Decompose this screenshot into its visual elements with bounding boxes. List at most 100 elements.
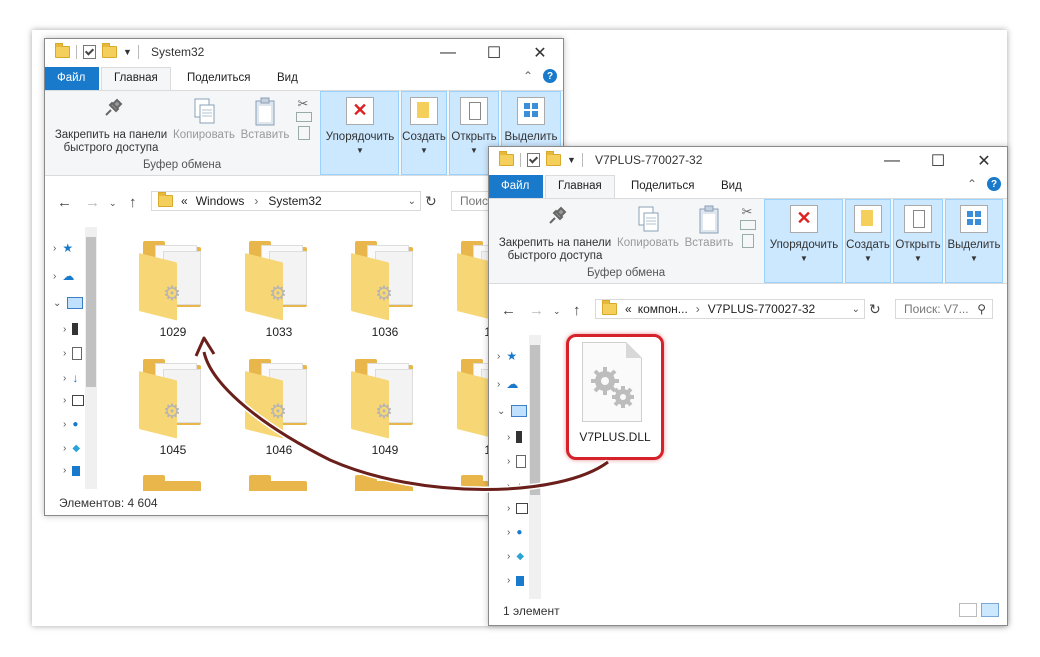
folder-label[interactable]: 1045 [133, 443, 213, 457]
address-dropdown-icon[interactable]: ⌄ [408, 196, 416, 207]
up-arrow-icon[interactable]: ↑ [573, 302, 581, 319]
nav-item-desktop[interactable]: › [63, 465, 81, 476]
properties-icon[interactable] [527, 153, 540, 167]
organize-button[interactable]: ✕ Упорядочить ▼ [765, 205, 843, 265]
nav-scrollbar[interactable] [85, 227, 97, 489]
nav-item-downloads[interactable]: › ↓ [507, 479, 522, 493]
tab-file[interactable]: Файл [45, 67, 99, 90]
nav-item-3d-objects[interactable]: › ◆ [507, 551, 524, 562]
collapse-chevron-icon[interactable]: ⌄ [497, 406, 505, 417]
breadcrumb-components[interactable]: компон... [638, 302, 688, 316]
nav-scrollbar[interactable] [529, 335, 541, 599]
tab-home[interactable]: Главная [545, 175, 615, 198]
paste-button[interactable]: Вставить [239, 97, 291, 142]
tab-view[interactable]: Вид [709, 175, 754, 198]
nav-item-pictures[interactable]: › [507, 503, 529, 514]
breadcrumb-v7plus[interactable]: V7PLUS-770027-32 [708, 302, 815, 316]
properties-icon[interactable] [83, 45, 96, 59]
help-icon[interactable]: ? [987, 177, 1001, 191]
nav-item-desktop[interactable]: › [507, 575, 525, 586]
address-dropdown-icon[interactable]: ⌄ [852, 304, 860, 315]
address-bar[interactable]: « компон... › V7PLUS-770027-32 ⌄ [595, 299, 865, 319]
cut-icon[interactable]: ✂ [737, 205, 757, 218]
tab-share[interactable]: Поделиться [619, 175, 707, 198]
scrollbar-thumb[interactable] [86, 237, 96, 387]
search-input[interactable]: Поиск: V7... ⚲ [895, 299, 993, 319]
recent-locations-chevron-icon[interactable]: ⌄ [553, 306, 561, 317]
details-view-icon[interactable] [959, 603, 977, 617]
nav-item-onedrive[interactable]: › ☁ [497, 377, 518, 391]
expand-chevron-icon[interactable]: › [497, 351, 500, 362]
forward-arrow-icon[interactable]: → [529, 302, 544, 319]
new-folder-icon[interactable] [102, 43, 117, 58]
copy-button[interactable]: Копировать [615, 205, 681, 250]
nav-item-videos[interactable]: › [63, 323, 79, 335]
collapse-chevron-icon[interactable]: ⌄ [53, 298, 61, 309]
open-button[interactable]: Открыть ▼ [893, 205, 943, 265]
folder-label[interactable]: 1049 [345, 443, 425, 457]
breadcrumb-system32[interactable]: System32 [268, 194, 321, 208]
maximize-button[interactable]: ☐ [471, 39, 517, 67]
tab-file[interactable]: Файл [489, 175, 543, 198]
paste-shortcut-icon[interactable] [298, 126, 310, 140]
nav-item-downloads[interactable]: › ↓ [63, 371, 78, 385]
create-button[interactable]: Создать ▼ [401, 97, 447, 157]
nav-item-3d-objects[interactable]: › ◆ [63, 443, 80, 454]
folder-icon[interactable] [351, 471, 417, 491]
folder-label[interactable]: 1046 [239, 443, 319, 457]
folder-icon[interactable]: ⚙ [139, 355, 205, 439]
maximize-button[interactable]: ☐ [915, 147, 961, 175]
folder-icon[interactable]: ⚙ [351, 355, 417, 439]
tab-view[interactable]: Вид [265, 67, 310, 90]
folder-icon[interactable]: ⚙ [139, 237, 205, 321]
close-button[interactable]: ✕ [517, 39, 563, 67]
folder-label[interactable]: 1036 [345, 325, 425, 339]
nav-item-quick-access[interactable]: › ★ [497, 349, 517, 363]
title-bar[interactable]: ▼ System32 — ☐ ✕ [45, 39, 563, 67]
address-bar[interactable]: « Windows › System32 ⌄ [151, 191, 421, 211]
nav-item-onedrive[interactable]: › ☁ [53, 269, 74, 283]
close-button[interactable]: ✕ [961, 147, 1007, 175]
forward-arrow-icon[interactable]: → [85, 194, 100, 211]
select-button[interactable]: Выделить ▼ [945, 205, 1003, 265]
title-bar[interactable]: ▼ V7PLUS-770027-32 — ☐ ✕ [489, 147, 1007, 175]
folder-label[interactable]: 1033 [239, 325, 319, 339]
large-icons-view-icon[interactable] [981, 603, 999, 617]
back-arrow-icon[interactable]: ← [57, 194, 72, 211]
expand-chevron-icon[interactable]: › [53, 271, 56, 282]
nav-item-pictures[interactable]: › [63, 395, 85, 406]
nav-item-this-pc[interactable]: ⌄ [53, 297, 84, 309]
expand-chevron-icon[interactable]: › [497, 379, 500, 390]
folder-label[interactable]: 1029 [133, 325, 213, 339]
nav-item-documents[interactable]: › [63, 347, 83, 360]
nav-item-this-pc[interactable]: ⌄ [497, 405, 528, 417]
folder-icon[interactable] [245, 471, 311, 491]
customize-toolbar-icon[interactable]: ▼ [123, 47, 132, 57]
scrollbar-thumb[interactable] [530, 345, 540, 495]
paste-shortcut-icon[interactable] [742, 234, 754, 248]
tab-home[interactable]: Главная [101, 67, 171, 90]
collapse-ribbon-icon[interactable]: ⌃ [523, 69, 533, 83]
breadcrumb-windows[interactable]: Windows [196, 194, 245, 208]
pin-quick-access-button[interactable]: Закрепить на панели быстрого доступа [51, 97, 171, 155]
nav-item-videos[interactable]: › [507, 431, 523, 443]
refresh-icon[interactable]: ↻ [869, 301, 881, 318]
refresh-icon[interactable]: ↻ [425, 193, 437, 210]
folder-icon[interactable]: ⚙ [245, 355, 311, 439]
help-icon[interactable]: ? [543, 69, 557, 83]
new-folder-icon[interactable] [546, 151, 561, 166]
customize-toolbar-icon[interactable]: ▼ [567, 155, 576, 165]
paste-button[interactable]: Вставить [683, 205, 735, 250]
create-button[interactable]: Создать ▼ [845, 205, 891, 265]
folder-icon[interactable]: ⚙ [245, 237, 311, 321]
folder-icon[interactable] [139, 471, 205, 491]
nav-item-music[interactable]: › ● [63, 419, 78, 430]
tab-share[interactable]: Поделиться [175, 67, 263, 90]
back-arrow-icon[interactable]: ← [501, 302, 516, 319]
minimize-button[interactable]: — [425, 39, 471, 67]
cut-icon[interactable]: ✂ [293, 97, 313, 110]
copy-path-icon[interactable] [296, 112, 312, 122]
nav-item-quick-access[interactable]: › ★ [53, 241, 73, 255]
expand-chevron-icon[interactable]: › [53, 243, 56, 254]
up-arrow-icon[interactable]: ↑ [129, 194, 137, 211]
